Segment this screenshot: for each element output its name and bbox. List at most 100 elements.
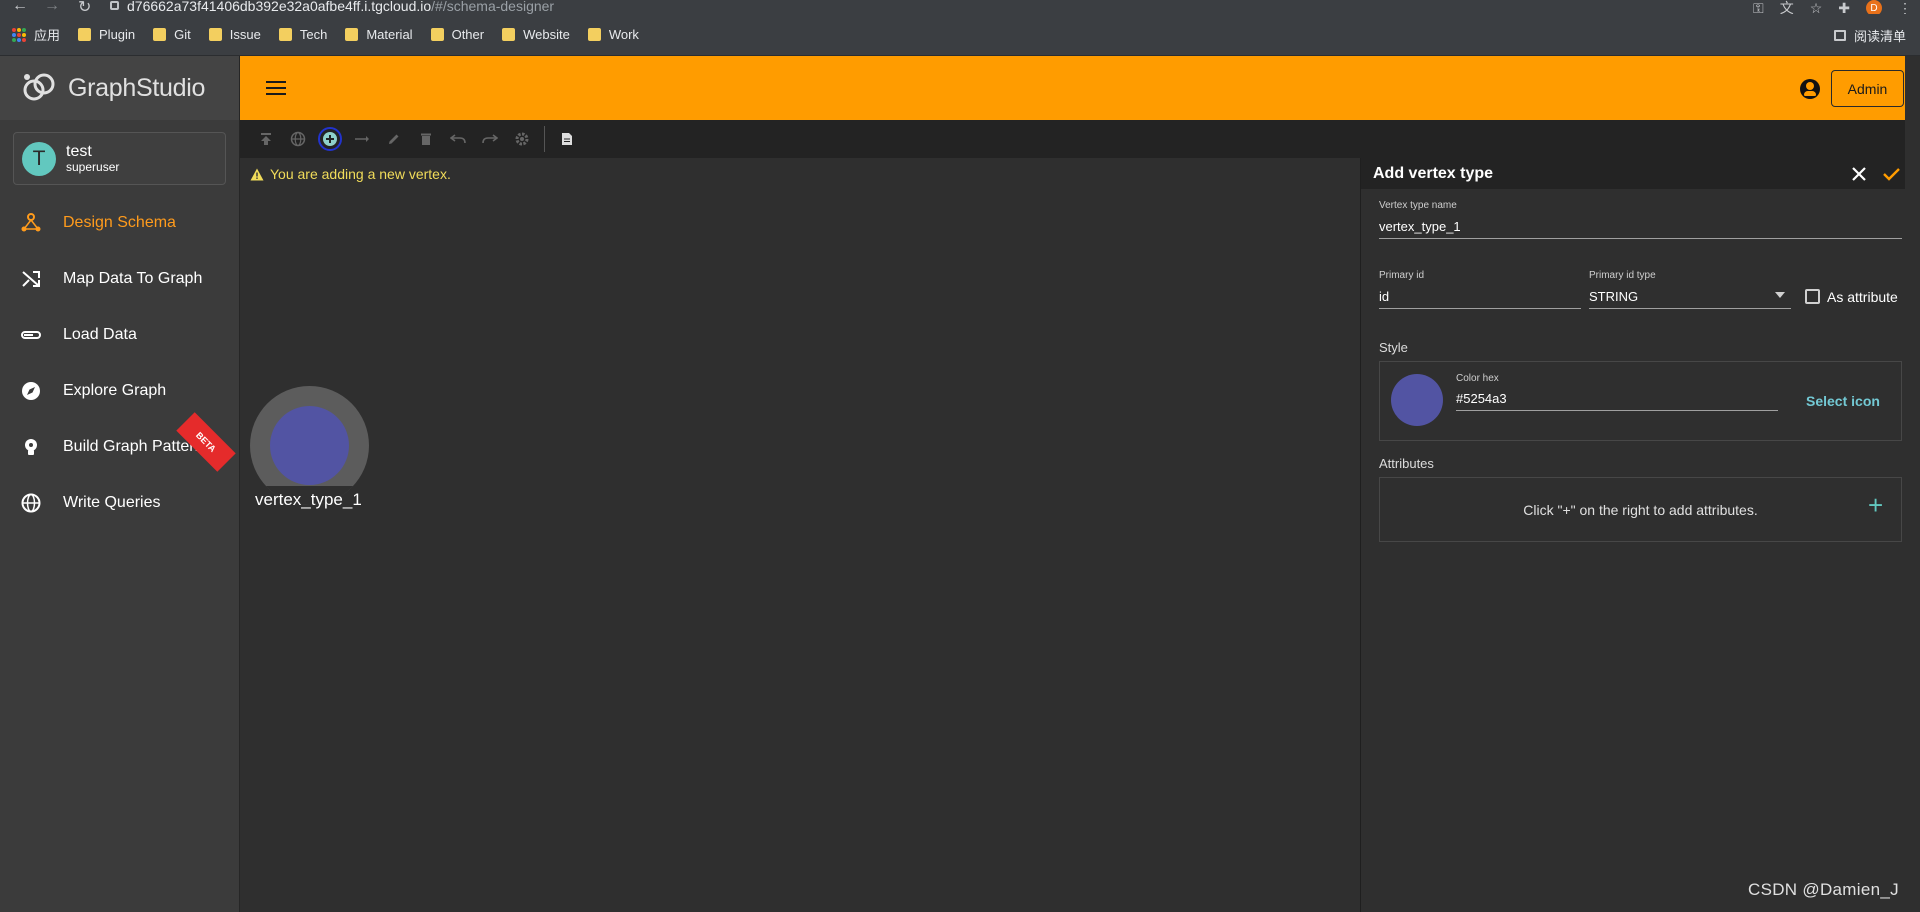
sidebar-item-label: Load Data [63, 326, 137, 343]
undo-icon[interactable] [442, 123, 474, 155]
apps-grid-icon [12, 27, 26, 42]
chevron-down-icon[interactable] [1775, 292, 1785, 298]
logo-suffix: Studio [135, 73, 206, 102]
url-path: /#/schema-designer [431, 0, 555, 14]
folder-icon [78, 28, 92, 41]
add-attribute-plus-icon[interactable]: + [1868, 492, 1883, 518]
graphstudio-logo[interactable]: GraphStudio [0, 56, 239, 120]
vertex-node[interactable] [250, 386, 369, 505]
sidebar-item-map-data[interactable]: Map Data To Graph [0, 251, 239, 307]
primary-id-type-label: Primary id type [1589, 270, 1656, 281]
primary-id-underline [1379, 308, 1581, 309]
select-icon-button[interactable]: Select icon [1806, 393, 1880, 409]
account-icon[interactable] [1800, 79, 1820, 99]
folder-icon [153, 28, 167, 41]
toolbar-divider [544, 126, 545, 152]
add-vertex-icon[interactable] [314, 123, 346, 155]
schema-canvas[interactable]: You are adding a new vertex. vertex_type… [240, 158, 1360, 912]
lock-icon [110, 1, 119, 10]
watermark: CSDN @Damien_J [1748, 880, 1899, 899]
color-hex-input[interactable]: #5254a3 [1456, 391, 1507, 406]
sidebar-item-label: Design Schema [63, 214, 176, 231]
folder-icon [587, 28, 601, 41]
admin-button[interactable]: Admin [1831, 70, 1904, 107]
reading-list[interactable]: 阅读清单 [1833, 14, 1906, 56]
warning-icon [250, 168, 264, 180]
sidebar-item-build-patterns[interactable]: Build Graph Patterns BETA [0, 412, 239, 475]
user-card[interactable]: T test superuser [13, 132, 226, 185]
bookmark-label: Website [523, 27, 570, 42]
publish-schema-icon[interactable] [250, 123, 282, 155]
delete-icon[interactable] [410, 123, 442, 155]
bookmark-git[interactable]: Git [153, 27, 191, 42]
attributes-section-title: Attributes [1379, 456, 1434, 471]
bookmarks-bar: 应用 Plugin Git Issue Tech Material Other … [0, 14, 1920, 56]
add-vertex-panel: Add vertex type Vertex type name vertex_… [1360, 158, 1905, 912]
forward-icon[interactable]: → [44, 0, 60, 15]
hamburger-menu-icon[interactable] [266, 81, 286, 95]
close-icon[interactable] [1849, 164, 1869, 184]
sidebar-item-explore-graph[interactable]: Explore Graph [0, 363, 239, 419]
bookmark-label: 应用 [34, 28, 61, 43]
sidebar-item-label: Explore Graph [63, 382, 167, 399]
bookmark-issue[interactable]: Issue [208, 27, 261, 42]
warning-text: You are adding a new vertex. [270, 166, 451, 182]
style-box: Color hex #5254a3 Select icon [1379, 361, 1902, 441]
sidebar-item-design-schema[interactable]: Design Schema [0, 195, 239, 251]
bookmark-label: Tech [299, 27, 328, 42]
add-edge-icon[interactable] [346, 123, 378, 155]
sidebar-item-write-queries[interactable]: Write Queries [0, 475, 239, 531]
bookmark-apps[interactable]: 应用 [12, 25, 60, 44]
color-hex-underline [1456, 410, 1778, 411]
color-hex-label: Color hex [1456, 373, 1499, 384]
bookmark-plugin[interactable]: Plugin [78, 27, 135, 42]
edit-icon[interactable] [378, 123, 410, 155]
globe-icon [20, 492, 42, 514]
panel-header: Add vertex type [1361, 158, 1905, 189]
app-header: Admin [240, 56, 1905, 120]
sidebar-item-load-data[interactable]: Load Data [0, 307, 239, 363]
back-icon[interactable]: ← [12, 0, 28, 15]
logo-text: GraphStudio [68, 74, 205, 103]
shuffle-icon [20, 268, 42, 290]
bookmark-tech[interactable]: Tech [278, 27, 328, 42]
color-swatch[interactable] [1391, 374, 1443, 426]
schema-toolbar [240, 120, 1905, 158]
bookmark-material[interactable]: Material [345, 27, 413, 42]
sidebar: GraphStudio T test superuser Design Sche… [0, 56, 240, 912]
global-types-icon[interactable] [282, 123, 314, 155]
schema-icon [20, 212, 42, 234]
bookmark-label: Git [174, 27, 191, 42]
bookmark-work[interactable]: Work [587, 27, 639, 42]
adding-vertex-warning: You are adding a new vertex. [250, 166, 451, 182]
primary-id-input[interactable]: id [1379, 289, 1389, 304]
logo-prefix: Graph [68, 73, 136, 102]
url-host: d76662a73f41406db392e32a0afbe4ff.i.tgclo… [127, 0, 432, 14]
address-bar[interactable]: d76662a73f41406db392e32a0afbe4ff.i.tgclo… [110, 0, 1710, 14]
as-attribute-checkbox[interactable] [1805, 289, 1820, 304]
sidebar-item-label: Write Queries [63, 494, 161, 511]
primary-id-label: Primary id [1379, 270, 1425, 281]
vertex-type-name-input[interactable]: vertex_type_1 [1379, 219, 1461, 234]
confirm-check-icon[interactable] [1881, 164, 1901, 184]
bookmark-other[interactable]: Other [430, 27, 484, 42]
user-name: test [66, 142, 92, 160]
attributes-hint: Click "+" on the right to add attributes… [1523, 502, 1758, 518]
document-icon[interactable] [551, 123, 583, 155]
beta-badge-label: BETA [194, 430, 218, 454]
page-scrollbar[interactable] [1905, 56, 1920, 912]
bookmark-label: Work [608, 27, 639, 42]
user-role: superuser [66, 159, 120, 174]
vertex-node-fill [270, 406, 349, 485]
bookmark-website[interactable]: Website [502, 27, 570, 42]
bookmark-label: Plugin [99, 27, 136, 42]
folder-icon [502, 28, 516, 41]
primary-id-type-select[interactable]: STRING [1589, 289, 1638, 304]
redo-icon[interactable] [474, 123, 506, 155]
sidebar-item-label: Map Data To Graph [63, 270, 203, 287]
bookmark-label: Issue [229, 27, 261, 42]
settings-gear-icon[interactable] [506, 123, 538, 155]
vertex-type-name-label: Vertex type name [1379, 200, 1457, 211]
avatar: T [22, 141, 56, 176]
bookmark-label: Material [366, 27, 413, 42]
